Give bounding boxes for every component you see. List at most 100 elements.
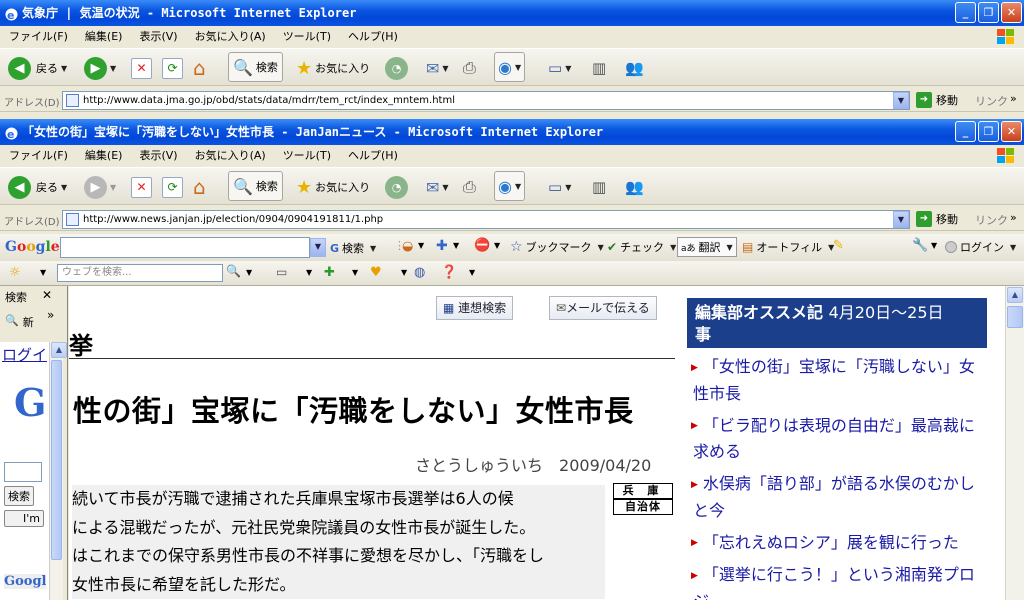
editorial-item[interactable]: ▶「選挙に行こう！」という湘南発プロジ [687, 562, 987, 600]
menu-edit[interactable]: 編集(E) [85, 30, 123, 43]
favorites-button[interactable]: ★ お気に入り [296, 174, 370, 200]
minimize-button[interactable]: _ [955, 121, 976, 142]
mail-share-button[interactable]: ✉メールで伝える [549, 296, 657, 320]
forward-button[interactable]: ▶ ▼ [84, 174, 116, 200]
editorial-item[interactable]: ▶ 「ビラ配りは表現の自由だ」最高裁に求める [687, 413, 987, 466]
close-button[interactable]: ✕ [1001, 2, 1022, 23]
menu-file[interactable]: ファイル(F) [9, 149, 68, 162]
messenger-button[interactable]: ◉ ▼ [494, 52, 526, 82]
popup-dropdown-icon[interactable]: ▼ [494, 241, 500, 250]
restore-button[interactable]: ❐ [978, 121, 999, 142]
address-input[interactable]: http://www.data.jma.go.jp/obd/stats/data… [62, 91, 910, 110]
tag-hyogo[interactable]: 兵 庫 [613, 483, 673, 499]
research-button[interactable]: ▥ [592, 174, 606, 200]
settings-wrench-icon[interactable]: 🔧 [912, 238, 928, 253]
editorial-item[interactable]: ▶ 水俣病「語り部」が語る水俣のむかしと今 [687, 471, 987, 524]
mail-button[interactable]: ✉ ▼ [426, 174, 449, 200]
sidebar-search-input[interactable] [4, 462, 42, 482]
contacts-button[interactable]: 👥 [625, 55, 644, 81]
home-button[interactable]: ⌂ [193, 55, 206, 81]
window2-titlebar[interactable]: e 「女性の街」宝塚に「汚職をしない」女性市長 - JanJanニュース - M… [0, 119, 1024, 145]
sidebar-scrollbar[interactable]: ▲ [49, 342, 67, 600]
contacts-button[interactable]: 👥 [625, 174, 644, 200]
translate-button[interactable]: aあ 翻訳 ▼ [677, 237, 737, 257]
sidebar-lucky-button[interactable]: I'm [4, 510, 44, 527]
menu-view[interactable]: 表示(V) [139, 149, 177, 162]
pagerank-icon[interactable]: ◒ [402, 239, 413, 254]
spellcheck-button[interactable]: ✔ チェック ▼ [607, 239, 676, 255]
menu-favorites[interactable]: お気に入り(A) [195, 149, 266, 162]
edit-button[interactable]: ▭ ▼ [548, 55, 571, 81]
related-search-button[interactable]: ▦ 連想検索 [436, 296, 514, 320]
help-dropdown-icon[interactable]: ▼ [469, 268, 475, 277]
go-button[interactable]: ➜ 移動 [916, 211, 958, 227]
restore-button[interactable]: ❐ [978, 2, 999, 23]
address-dropdown-button[interactable]: ▼ [893, 92, 909, 109]
add-green-dropdown-icon[interactable]: ▼ [352, 268, 358, 277]
research-button[interactable]: ▥ [592, 55, 606, 81]
google-search-dropdown[interactable]: ▼ [310, 238, 326, 257]
menu-view[interactable]: 表示(V) [139, 30, 177, 43]
tag-local-government[interactable]: 自治体 [613, 499, 673, 515]
edit-button[interactable]: ▭ ▼ [548, 174, 571, 200]
menu-edit[interactable]: 編集(E) [85, 149, 123, 162]
home-button[interactable]: ⌂ [193, 174, 206, 200]
links-label[interactable]: リンク [975, 93, 1008, 109]
add-dropdown-icon[interactable]: ▼ [453, 241, 459, 250]
editorial-item[interactable]: ▶ 「忘れえぬロシア」展を観に行った [687, 530, 987, 557]
back-button[interactable]: ◀ 戻る ▼ [8, 55, 67, 81]
refresh-button[interactable]: ⟳ [162, 174, 183, 200]
settings-dropdown-icon[interactable]: ▼ [931, 241, 937, 250]
sidebar-new-button[interactable]: 🔍 新 [5, 314, 34, 330]
refresh-button[interactable]: ⟳ [162, 55, 183, 81]
close-button[interactable]: ✕ [1001, 121, 1022, 142]
web-search-input[interactable]: ウェブを検索... [57, 264, 223, 282]
back-button[interactable]: ◀ 戻る ▼ [8, 174, 67, 200]
links-chevron-icon[interactable]: » [1010, 211, 1017, 224]
menu-tools[interactable]: ツール(T) [283, 30, 331, 43]
page-scroll-thumb[interactable] [1007, 306, 1023, 328]
mail-button[interactable]: ✉ ▼ [426, 55, 449, 81]
search-button[interactable]: 🔍 検索 [228, 52, 283, 82]
favorites-button[interactable]: ★ お気に入り [296, 55, 370, 81]
address-input[interactable]: http://www.news.janjan.jp/election/0904/… [62, 210, 910, 229]
page-scrollbar[interactable]: ▲ [1005, 286, 1024, 600]
editorial-item[interactable]: ▶ 「女性の街」宝塚に「汚職しない」女性市長 [687, 354, 987, 407]
google-search-input[interactable] [60, 237, 310, 258]
search-button[interactable]: 🔍 検索 [228, 171, 283, 201]
menu-file[interactable]: ファイル(F) [9, 30, 68, 43]
sidebar-scroll-up-icon[interactable]: ▲ [51, 342, 67, 358]
print-button[interactable]: ⎙ [463, 174, 476, 200]
sidebar-close-icon[interactable]: ✕ [42, 288, 52, 302]
address-dropdown-button[interactable]: ▼ [893, 211, 909, 228]
toolbar-logo-dropdown-icon[interactable]: ▼ [40, 268, 46, 277]
heart-icon[interactable]: ♥ [370, 265, 382, 280]
print-button[interactable]: ⎙ [463, 55, 476, 81]
history-button[interactable]: ◔ [385, 55, 408, 81]
add-button-icon[interactable]: ✚ [436, 238, 448, 254]
bookmark-button[interactable]: ☆ ブックマーク ▼ [510, 239, 604, 255]
add-green-icon[interactable]: ✚ [324, 265, 335, 280]
heart-dropdown-icon[interactable]: ▼ [401, 268, 407, 277]
pagerank-dropdown-icon[interactable]: ▼ [418, 241, 424, 250]
menu-favorites[interactable]: お気に入り(A) [195, 30, 266, 43]
web-search-dropdown-icon[interactable]: ▼ [246, 268, 252, 277]
highlighter-icon[interactable]: ✎ [833, 238, 844, 253]
reload-circle-icon[interactable]: ◍ [414, 265, 425, 280]
sidebar-more-chevron-icon[interactable]: » [47, 308, 54, 322]
bookmarks-panel-icon[interactable]: ▭ [276, 265, 287, 279]
forward-button[interactable]: ▶ ▼ [84, 55, 116, 81]
menu-help[interactable]: ヘルプ(H) [348, 30, 398, 43]
history-button[interactable]: ◔ [385, 174, 408, 200]
google-search-button[interactable]: G 検索 ▼ [330, 240, 376, 256]
bookmarks-panel-dropdown-icon[interactable]: ▼ [306, 268, 312, 277]
help-icon[interactable]: ❓ [441, 265, 457, 280]
messenger-button[interactable]: ◉ ▼ [494, 171, 526, 201]
sidebar-scroll-thumb[interactable] [51, 360, 62, 560]
login-button[interactable]: ログイン ▼ [945, 239, 1016, 255]
menu-help[interactable]: ヘルプ(H) [348, 149, 398, 162]
stop-button[interactable]: ✕ [131, 174, 152, 200]
web-search-magnifier-icon[interactable]: 🔍 [226, 264, 241, 278]
links-label[interactable]: リンク [975, 212, 1008, 228]
sidebar-login-link[interactable]: ログイ [2, 344, 47, 365]
